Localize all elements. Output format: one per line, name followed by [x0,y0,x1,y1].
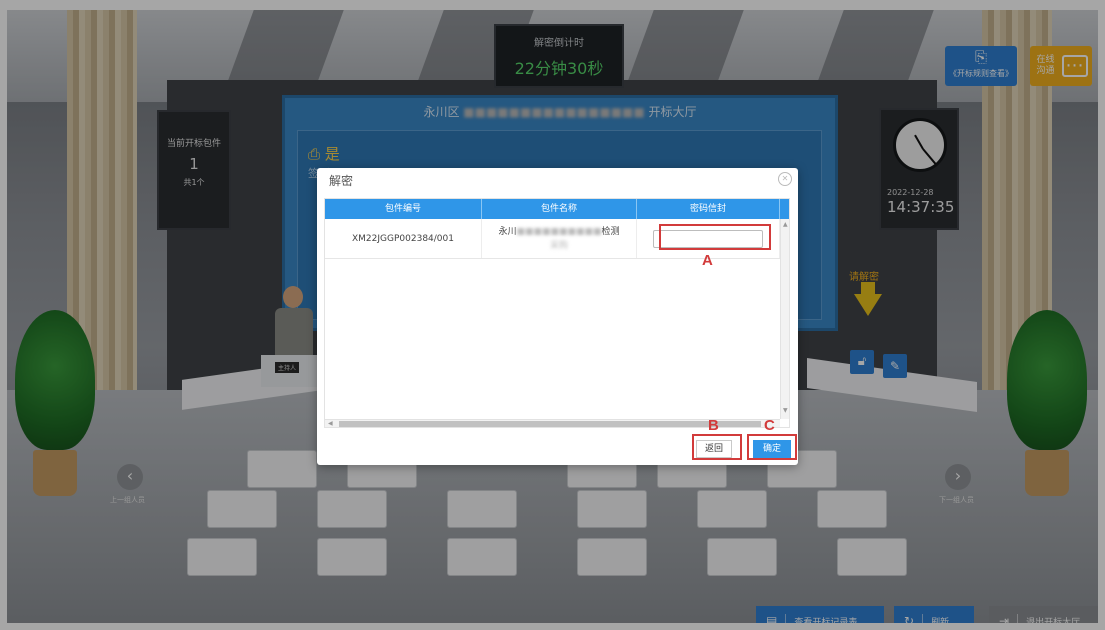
package-code: XM22JGGP002384/001 [325,219,482,258]
callout-label-b: B [708,417,719,434]
callout-label-a: A [702,252,713,269]
close-button[interactable]: ✕ [778,172,792,186]
column-header-name: 包件名称 [482,199,637,219]
scroll-down-icon[interactable]: ▼ [783,407,788,414]
vertical-scrollbar[interactable]: ▲ ▼ [780,219,789,419]
callout-box-c [747,434,797,460]
scroll-left-icon[interactable]: ◀ [328,420,333,427]
scroll-up-icon[interactable]: ▲ [783,221,788,228]
horizontal-scroll-thumb[interactable] [339,421,761,427]
table-header: 包件编号 包件名称 密码信封 [325,199,789,219]
package-name-prefix: 永川 [498,226,517,237]
close-icon: ✕ [781,174,789,183]
decrypt-dialog: 解密 ✕ 包件编号 包件名称 密码信封 XM22JGGP002384/001 永… [317,168,798,465]
callout-box-a [659,224,771,250]
callout-label-c: C [764,417,775,434]
package-name-line2: 采购 [549,240,568,251]
dialog-title: 解密 [329,174,354,188]
package-name-suffix: 检测 [601,226,620,237]
package-name: 永川■■■■■■■■■■检测 采购 [482,219,637,258]
callout-box-b [692,434,742,460]
package-name-blurred: ■■■■■■■■■■ [516,226,602,237]
column-header-password: 密码信封 [637,199,780,219]
column-header-code: 包件编号 [325,199,482,219]
package-name-line1: 永川■■■■■■■■■■检测 [498,225,619,239]
